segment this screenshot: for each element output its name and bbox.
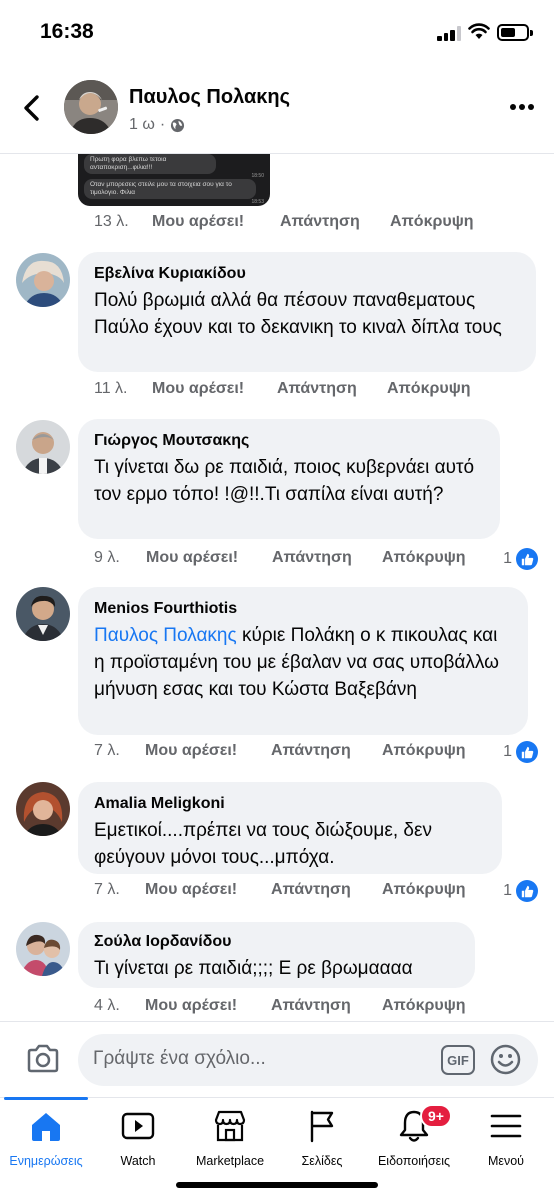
comments-list: Πρωτη φορα βλεπω τετοια ανταποκριση...φι… [0, 154, 554, 1021]
like-button[interactable]: Μου αρέσει! [145, 997, 237, 1015]
reaction-count: 1 [503, 550, 512, 567]
hide-button[interactable]: Απόκρυψη [390, 213, 474, 231]
hide-button[interactable]: Απόκρυψη [387, 380, 471, 398]
commenter-avatar[interactable] [16, 253, 70, 307]
menu-icon [490, 1114, 522, 1138]
status-time: 16:38 [40, 20, 94, 43]
attachment-time: 18:53 [251, 199, 264, 205]
comment-time[interactable]: 13 λ. [94, 213, 129, 231]
reply-button[interactable]: Απάντηση [272, 549, 352, 567]
hide-button[interactable]: Απόκρυψη [382, 881, 466, 899]
attachment-message: Πρωτη φορα βλεπω τετοια ανταποκριση...φι… [84, 154, 216, 174]
wifi-icon [468, 23, 490, 39]
mention-link[interactable]: Παυλος Πολακης [94, 625, 237, 646]
active-tab-indicator [4, 1097, 88, 1100]
comment-image-attachment[interactable]: Πρωτη φορα βλεπω τετοια ανταποκριση...φι… [78, 154, 270, 206]
comment-text: Τι γίνεται δω ρε παιδιά, ποιος κυβερνάει… [94, 457, 475, 505]
like-button[interactable]: Μου αρέσει! [152, 380, 244, 398]
attachment-message: Οταν μπορεσεις στειλε μου τα στοιχεια σο… [84, 179, 256, 199]
tab-label: Μενού [487, 1154, 525, 1168]
reaction-summary[interactable]: 1 [503, 879, 538, 903]
commenter-name[interactable]: Σούλα Ιορδανίδου [94, 932, 459, 952]
reaction-summary[interactable]: 1 [503, 740, 538, 764]
home-icon [32, 1113, 60, 1141]
tab-label: Ενημερώσεις [9, 1154, 83, 1168]
tab-pages[interactable]: Σελίδες [272, 1108, 372, 1170]
thumbs-up-icon [516, 741, 538, 763]
comment-time[interactable]: 11 λ. [94, 380, 128, 398]
globe-icon [171, 118, 185, 132]
reply-button[interactable]: Απάντηση [271, 997, 351, 1015]
commenter-name[interactable]: Γιώργος Μουτσακης [94, 431, 484, 451]
more-options-icon[interactable] [510, 104, 534, 112]
camera-icon[interactable] [26, 1044, 60, 1074]
tab-menu[interactable]: Μενού [456, 1108, 554, 1170]
comment-bubble: Amalia Meligkoni Εμετικοί....πρέπει να τ… [78, 782, 502, 874]
hide-button[interactable]: Απόκρυψη [382, 997, 466, 1015]
comment-text: Εμετικοί....πρέπει να τους διώξουμε, δεν… [94, 820, 432, 868]
home-indicator[interactable] [176, 1182, 378, 1188]
reaction-summary[interactable]: 1 [503, 547, 538, 571]
commenter-name[interactable]: Εβελίνα Κυριακίδου [94, 264, 520, 284]
hide-button[interactable]: Απόκρυψη [382, 549, 466, 567]
comment-time[interactable]: 9 λ. [94, 549, 120, 567]
post-time[interactable]: 1 ω [129, 116, 155, 134]
cellular-signal-icon [437, 25, 461, 41]
commenter-avatar[interactable] [16, 587, 70, 641]
like-button[interactable]: Μου αρέσει! [145, 742, 237, 760]
thumbs-up-icon [516, 548, 538, 570]
post-meta: 1 ω · [129, 116, 185, 134]
reply-button[interactable]: Απάντηση [271, 881, 351, 899]
comment-time[interactable]: 7 λ. [94, 742, 120, 760]
tab-notifications[interactable]: 9+ Ειδοποιήσεις [364, 1104, 464, 1170]
reply-button[interactable]: Απάντηση [271, 742, 351, 760]
comment-composer: Γράψτε ένα σχόλιο... GIF [0, 1021, 554, 1097]
reaction-count: 1 [503, 743, 512, 760]
tab-label: Σελίδες [301, 1154, 343, 1168]
back-arrow-icon[interactable] [20, 94, 46, 122]
commenter-avatar[interactable] [16, 922, 70, 976]
commenter-name[interactable]: Amalia Meligkoni [94, 794, 486, 814]
tab-news-feed[interactable]: Ενημερώσεις [0, 1108, 96, 1170]
reply-button[interactable]: Απάντηση [280, 213, 360, 231]
watch-icon [121, 1112, 155, 1140]
notification-badge: 9+ [420, 1104, 452, 1128]
comment-bubble: Σούλα Ιορδανίδου Τι γίνεται ρε παιδιά;;;… [78, 922, 475, 988]
comment-time[interactable]: 4 λ. [94, 997, 120, 1015]
like-button[interactable]: Μου αρέσει! [145, 881, 237, 899]
attachment-time: 18:50 [251, 173, 264, 179]
tab-marketplace[interactable]: Marketplace [180, 1108, 280, 1170]
meta-separator: · [159, 116, 166, 133]
comment-time[interactable]: 7 λ. [94, 881, 120, 899]
commenter-name[interactable]: Menios Fourthiotis [94, 599, 512, 619]
status-bar: 16:38 [0, 0, 554, 66]
commenter-avatar[interactable] [16, 420, 70, 474]
comment-text: Πολύ βρωμιά αλλά θα πέσουν παναθεματους … [94, 290, 502, 338]
thumbs-up-icon [516, 880, 538, 902]
tab-label: Watch [120, 1154, 156, 1168]
like-button[interactable]: Μου αρέσει! [146, 549, 238, 567]
comment-bubble: Γιώργος Μουτσακης Τι γίνεται δω ρε παιδι… [78, 419, 500, 539]
comment-input[interactable]: Γράψτε ένα σχόλιο... GIF [78, 1034, 538, 1086]
tab-label: Marketplace [195, 1154, 265, 1168]
marketplace-icon [214, 1110, 246, 1142]
post-header: Παυλος Πολακης 1 ω · [0, 66, 554, 154]
battery-icon [497, 24, 533, 41]
commenter-avatar[interactable] [16, 782, 70, 836]
author-avatar[interactable] [64, 80, 118, 134]
emoji-icon[interactable] [490, 1044, 521, 1075]
reply-button[interactable]: Απάντηση [277, 380, 357, 398]
tab-label: Ειδοποιήσεις [377, 1154, 451, 1168]
like-button[interactable]: Μου αρέσει! [152, 213, 244, 231]
comment-bubble: Menios Fourthiotis Παυλος Πολακης κύριε … [78, 587, 528, 735]
gif-button[interactable]: GIF [441, 1045, 475, 1075]
hide-button[interactable]: Απόκρυψη [382, 742, 466, 760]
tab-watch[interactable]: Watch [88, 1108, 188, 1170]
comment-input-placeholder: Γράψτε ένα σχόλιο... [93, 1048, 266, 1069]
comment-text: Τι γίνεται ρε παιδιά;;;; Ε ρε βρωμαααα [94, 958, 413, 979]
reaction-count: 1 [503, 882, 512, 899]
flag-icon [310, 1110, 334, 1143]
author-name[interactable]: Παυλος Πολακης [129, 86, 290, 109]
comment-bubble: Εβελίνα Κυριακίδου Πολύ βρωμιά αλλά θα π… [78, 252, 536, 372]
